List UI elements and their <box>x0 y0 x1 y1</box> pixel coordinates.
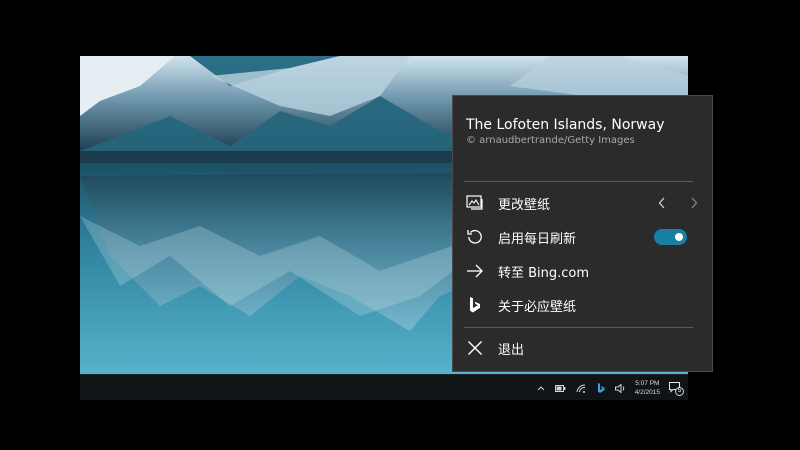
wifi-icon[interactable] <box>575 382 587 394</box>
notification-center-icon[interactable]: 5 <box>668 381 684 396</box>
bing-wallpaper-menu: The Lofoten Islands, Norway © arnaudbert… <box>452 95 713 372</box>
battery-icon[interactable] <box>555 382 567 394</box>
taskbar-clock[interactable]: 5:07 PM 4/2/2015 <box>635 379 660 397</box>
taskbar: 5:07 PM 4/2/2015 5 <box>80 374 688 400</box>
screen: 5:07 PM 4/2/2015 5 The Lofoten Islands, … <box>0 0 800 450</box>
image-icon <box>465 193 485 213</box>
clock-time: 5:07 PM <box>635 380 660 387</box>
menu-item-go-to-bing[interactable]: 转至 Bing.com <box>453 256 712 286</box>
menu-item-label: 退出 <box>498 342 525 358</box>
menu-item-exit[interactable]: 退出 <box>453 333 712 363</box>
menu-item-label: 关于必应壁纸 <box>498 299 577 315</box>
wallpaper-copyright: © arnaudbertrande/Getty Images <box>466 135 635 146</box>
close-icon <box>465 338 485 358</box>
notification-badge: 5 <box>675 387 684 396</box>
refresh-icon <box>465 227 485 247</box>
chevron-up-icon[interactable] <box>535 382 547 394</box>
system-tray: 5:07 PM 4/2/2015 5 <box>535 375 684 400</box>
next-wallpaper-button[interactable] <box>690 194 698 213</box>
menu-item-label: 启用每日刷新 <box>498 231 577 247</box>
menu-item-label: 转至 Bing.com <box>498 265 590 281</box>
bing-logo-icon <box>465 295 485 315</box>
chevron-left-icon <box>658 197 665 208</box>
previous-wallpaper-button[interactable] <box>658 194 666 213</box>
volume-icon[interactable] <box>615 382 627 394</box>
daily-refresh-toggle[interactable] <box>654 229 687 245</box>
wallpaper-title[interactable]: The Lofoten Islands, Norway <box>466 117 664 133</box>
menu-item-daily-refresh[interactable]: 启用每日刷新 <box>453 222 712 252</box>
arrow-right-icon <box>465 261 485 281</box>
bing-tray-icon[interactable] <box>595 382 607 394</box>
chevron-right-icon <box>691 197 698 208</box>
wallpaper-nav <box>658 194 698 213</box>
clock-date: 4/2/2015 <box>634 389 660 396</box>
toggle-knob <box>675 233 683 241</box>
menu-divider <box>464 181 693 182</box>
menu-item-about[interactable]: 关于必应壁纸 <box>453 290 712 320</box>
menu-item-label: 更改壁纸 <box>498 197 551 213</box>
menu-divider <box>464 327 693 328</box>
menu-item-change-wallpaper[interactable]: 更改壁纸 <box>453 188 712 218</box>
